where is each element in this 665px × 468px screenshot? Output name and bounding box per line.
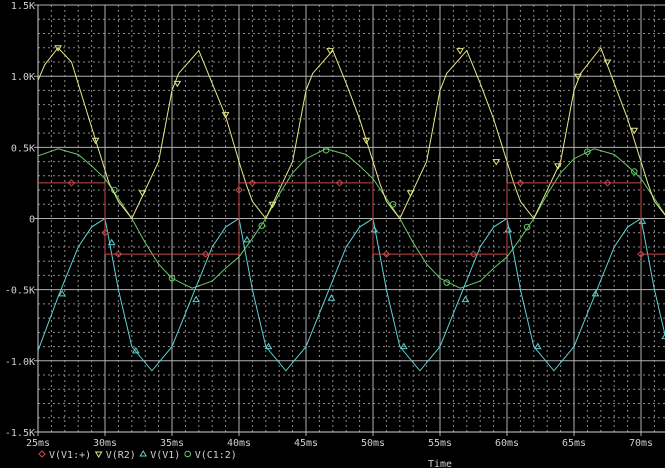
legend: V(V1:+) V(R2) V(V1) V(C1:2) (38, 450, 237, 461)
legend-label: V(R2) (106, 450, 136, 461)
legend-item: V(V1) (139, 450, 180, 461)
x-tick-label: 65ms (562, 438, 586, 449)
tick-labels: 25ms 30ms 35ms 40ms 45ms 50ms 55ms 60ms 65ms 70ms… (5, 1, 653, 449)
x-tick-label: 35ms (160, 438, 184, 449)
data-point-v-v1 (461, 295, 470, 303)
legend-label: V(V1:+) (49, 450, 91, 461)
x-tick-label: 25ms (26, 438, 50, 449)
legend-label: V(V1) (150, 450, 180, 461)
data-point-v-v1 (192, 295, 201, 303)
x-tick-label: 55ms (428, 438, 452, 449)
data-point-v-v1 (504, 225, 513, 233)
x-axis-label: Time (428, 459, 452, 468)
x-tick-label: 45ms (294, 438, 318, 449)
y-tick-label: -0.5K (5, 286, 35, 297)
legend-label: V(C1:2) (195, 450, 237, 461)
legend-item: V(C1:2) (184, 450, 237, 461)
triangle-up-marker-icon (139, 450, 148, 457)
data-point-v-r2 (406, 190, 415, 197)
grid (34, 4, 665, 436)
y-tick-label: -1.5K (5, 428, 35, 439)
data-point-v-r2 (456, 48, 464, 55)
data-point-v-r2 (138, 190, 147, 197)
x-tick-label: 30ms (93, 438, 117, 449)
x-tick-label: 70ms (629, 438, 653, 449)
legend-item: V(V1:+) (38, 450, 91, 461)
data-point-v-v1 (370, 225, 379, 233)
data-point-v-c1-2 (631, 168, 638, 175)
data-point-v-v1 (327, 294, 336, 301)
legend-item: V(R2) (94, 450, 136, 461)
x-tick-label: 40ms (227, 438, 251, 449)
y-tick-label: 1.5K (11, 1, 35, 12)
data-point-v-r2 (173, 80, 182, 88)
diamond-marker-icon (38, 450, 46, 458)
probe-chart: 25ms 30ms 35ms 40ms 45ms 50ms 55ms 60ms 65ms 70ms… (5, 1, 665, 468)
data-point-v-v1 (243, 235, 251, 243)
x-tick-label: 60ms (495, 438, 519, 449)
trace-line-v-r2 (38, 46, 665, 220)
y-tick-label: 0 (29, 215, 35, 226)
circle-marker-icon (184, 450, 191, 458)
x-tick-label: 50ms (361, 438, 385, 449)
y-tick-label: 1.0K (11, 72, 35, 83)
y-tick-label: 0.5K (11, 143, 35, 154)
triangle-down-marker-icon (94, 451, 103, 458)
y-tick-label: -1.0K (5, 357, 35, 368)
